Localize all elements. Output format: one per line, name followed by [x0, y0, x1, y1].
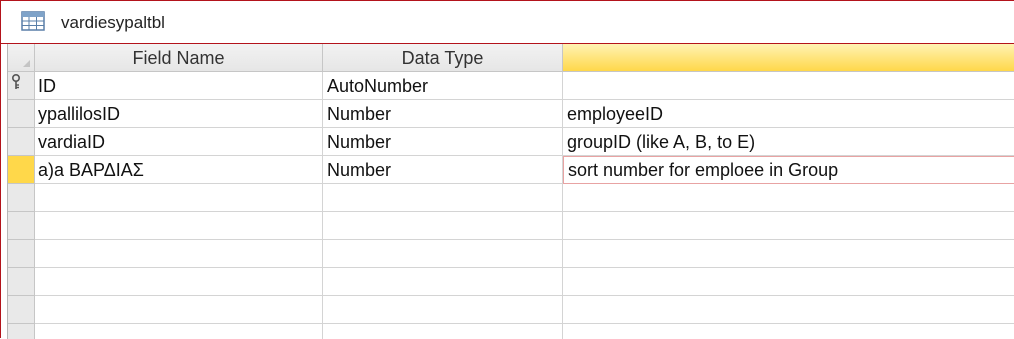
description-cell[interactable] [563, 268, 1014, 296]
description-cell[interactable] [563, 296, 1014, 324]
table-row[interactable] [8, 324, 1014, 339]
row-selector[interactable] [8, 324, 35, 339]
row-selector[interactable] [8, 184, 35, 212]
field-name-cell[interactable]: ypallilosID [35, 100, 323, 128]
table-row[interactable] [8, 240, 1014, 268]
field-name-cell[interactable] [35, 240, 323, 268]
row-selector[interactable] [8, 296, 35, 324]
description-cell[interactable]: employeeID [563, 100, 1014, 128]
field-name-cell[interactable] [35, 324, 323, 339]
field-name-cell[interactable] [35, 296, 323, 324]
row-selector-current[interactable] [8, 156, 35, 184]
description-cell[interactable] [563, 184, 1014, 212]
column-header-field-name[interactable]: Field Name [35, 44, 323, 72]
description-cell-active[interactable]: sort number for emploee in Group [563, 156, 1014, 184]
row-selector[interactable] [8, 128, 35, 156]
table-row[interactable]: ID AutoNumber [8, 72, 1014, 100]
field-name-cell[interactable] [35, 184, 323, 212]
description-cell[interactable] [563, 72, 1014, 100]
data-type-cell[interactable]: AutoNumber [323, 72, 563, 100]
design-grid: Field Name Data Type ID AutoNumber ypall… [7, 44, 1014, 339]
table-icon [21, 11, 45, 31]
column-header-description[interactable] [563, 44, 1014, 72]
description-cell[interactable] [563, 240, 1014, 268]
corner-triangle-icon [23, 60, 30, 67]
row-selector[interactable] [8, 100, 35, 128]
document-tab[interactable]: vardiesypaltbl [1, 1, 1014, 43]
row-selector[interactable] [8, 212, 35, 240]
table-row[interactable] [8, 296, 1014, 324]
field-name-cell[interactable] [35, 212, 323, 240]
data-type-cell[interactable] [323, 184, 563, 212]
description-cell[interactable] [563, 324, 1014, 339]
row-selector[interactable] [8, 72, 35, 100]
primary-key-icon [12, 74, 20, 89]
table-row[interactable]: vardiaID Number groupID (like A, B, to E… [8, 128, 1014, 156]
field-name-cell[interactable]: vardiaID [35, 128, 323, 156]
data-type-cell[interactable] [323, 240, 563, 268]
table-row[interactable]: ypallilosID Number employeeID [8, 100, 1014, 128]
grid-header: Field Name Data Type [8, 44, 1014, 72]
row-selector[interactable] [8, 240, 35, 268]
tab-title: vardiesypaltbl [61, 13, 165, 32]
table-row-current[interactable]: a)a ΒΑΡΔΙΑΣ Number sort number for emplo… [8, 156, 1014, 184]
data-type-cell[interactable] [323, 324, 563, 339]
data-type-cell[interactable] [323, 212, 563, 240]
table-row[interactable] [8, 184, 1014, 212]
row-selector[interactable] [8, 268, 35, 296]
select-all-corner[interactable] [8, 44, 35, 72]
field-name-cell[interactable]: ID [35, 72, 323, 100]
field-name-cell[interactable]: a)a ΒΑΡΔΙΑΣ [35, 156, 323, 184]
table-design-window: vardiesypaltbl Field Name Data Type ID A… [0, 0, 1014, 339]
data-type-cell[interactable] [323, 268, 563, 296]
grid-body: ID AutoNumber ypallilosID Number employe… [8, 72, 1014, 339]
data-type-cell[interactable]: Number [323, 128, 563, 156]
description-cell[interactable] [563, 212, 1014, 240]
table-row[interactable] [8, 212, 1014, 240]
field-name-cell[interactable] [35, 268, 323, 296]
data-type-cell[interactable]: Number [323, 156, 563, 184]
column-header-data-type[interactable]: Data Type [323, 44, 563, 72]
data-type-cell[interactable] [323, 296, 563, 324]
table-row[interactable] [8, 268, 1014, 296]
data-type-cell[interactable]: Number [323, 100, 563, 128]
description-cell[interactable]: groupID (like A, B, to E) [563, 128, 1014, 156]
